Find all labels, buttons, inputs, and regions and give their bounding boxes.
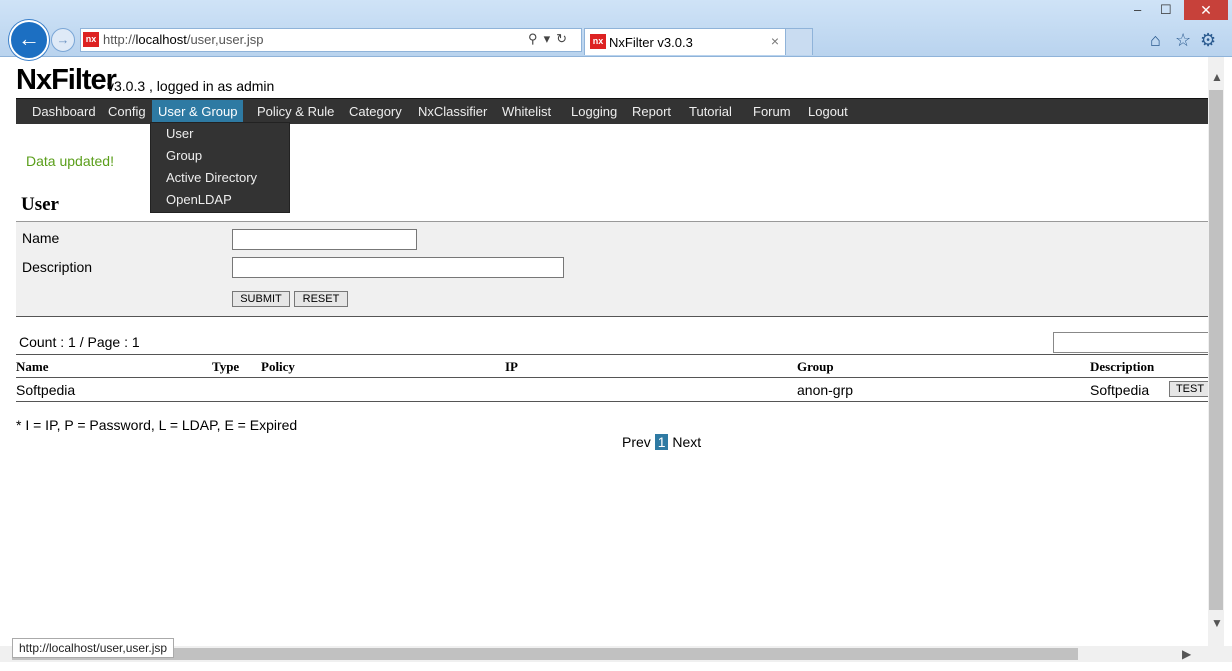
dropdown-item-openldap[interactable]: OpenLDAP xyxy=(166,192,232,207)
dropdown-item-group[interactable]: Group xyxy=(166,148,202,163)
menu-logging[interactable]: Logging xyxy=(571,104,617,119)
tab-nxfilter[interactable]: nx NxFilter v3.0.3 × xyxy=(584,28,786,55)
scroll-down-icon[interactable]: ▼ xyxy=(1211,616,1223,630)
test-button[interactable]: TEST xyxy=(1169,381,1211,397)
maximize-icon[interactable]: ☐ xyxy=(1160,2,1172,18)
name-input[interactable] xyxy=(232,229,417,250)
menu-user-group[interactable]: User & Group xyxy=(152,100,244,124)
pagination: Prev 1 Next xyxy=(622,434,701,450)
status-message: Data updated! xyxy=(26,153,114,169)
count-text: Count : 1 / Page : 1 xyxy=(19,334,140,350)
col-policy[interactable]: Policy xyxy=(261,359,295,375)
col-name[interactable]: Name xyxy=(16,359,49,375)
prev-link[interactable]: Prev xyxy=(622,434,651,450)
brand-logo: NxFilter xyxy=(16,64,117,96)
status-bar-url: http://localhost/user,user.jsp xyxy=(12,638,175,658)
name-label: Name xyxy=(22,230,60,246)
cell-description: Softpedia xyxy=(1090,382,1150,398)
table-header: Name Type Policy IP Group Description xyxy=(16,354,1208,378)
version-login-text: v3.0.3 , logged in as admin xyxy=(107,78,275,94)
user-form: Name Description SUBMIT RESET xyxy=(16,221,1208,317)
dropdown-icon[interactable]: ▾ xyxy=(544,31,557,46)
main-menu: Dashboard Config User & Group Policy & R… xyxy=(16,98,1208,124)
page-1-link[interactable]: 1 xyxy=(654,434,669,450)
menu-whitelist[interactable]: Whitelist xyxy=(502,104,551,119)
dropdown-item-user[interactable]: User xyxy=(166,126,193,141)
menu-forum[interactable]: Forum xyxy=(753,104,791,119)
menu-config[interactable]: Config xyxy=(108,104,146,119)
menu-policy-rule[interactable]: Policy & Rule xyxy=(257,104,334,119)
page-title: User xyxy=(21,194,59,215)
cell-name[interactable]: Softpedia xyxy=(16,382,75,398)
forward-button[interactable]: → xyxy=(51,28,75,52)
menu-report[interactable]: Report xyxy=(632,104,671,119)
cell-group: anon-grp xyxy=(797,382,854,398)
col-group[interactable]: Group xyxy=(797,359,834,375)
col-ip[interactable]: IP xyxy=(505,359,518,375)
url-text: http://localhost/user,user.jsp xyxy=(103,32,264,47)
table-row[interactable]: Softpedia anon-grp Softpedia TEST xyxy=(16,377,1211,402)
description-label: Description xyxy=(22,259,93,275)
menu-logout[interactable]: Logout xyxy=(808,104,848,119)
submit-button[interactable]: SUBMIT xyxy=(232,291,290,307)
new-tab-button[interactable] xyxy=(785,28,813,55)
favorites-star-icon[interactable]: ☆ xyxy=(1175,30,1191,51)
description-input[interactable] xyxy=(232,257,564,278)
user-group-dropdown: User Group Active Directory OpenLDAP xyxy=(150,122,290,213)
search-icon[interactable]: ⚲ xyxy=(528,31,544,46)
menu-nxclassifier[interactable]: NxClassifier xyxy=(418,104,487,119)
vertical-scroll-thumb[interactable] xyxy=(1209,90,1223,610)
tab-close-icon[interactable]: × xyxy=(771,33,779,49)
dropdown-item-active-directory[interactable]: Active Directory xyxy=(166,170,257,185)
next-link[interactable]: Next xyxy=(672,434,701,450)
search-input[interactable] xyxy=(1053,332,1215,353)
scroll-up-icon[interactable]: ▲ xyxy=(1211,70,1223,84)
menu-tutorial[interactable]: Tutorial xyxy=(689,104,732,119)
home-icon[interactable]: ⌂ xyxy=(1150,30,1161,51)
close-window-icon[interactable]: ✕ xyxy=(1184,0,1228,20)
refresh-icon[interactable]: ↻ xyxy=(556,31,573,46)
address-tools: ⚲▾↻ xyxy=(528,31,573,47)
tab-favicon-icon: nx xyxy=(590,34,606,49)
back-button[interactable]: ← xyxy=(9,20,49,60)
minimize-icon[interactable]: ‒ xyxy=(1134,2,1141,17)
site-favicon-icon: nx xyxy=(83,32,99,47)
col-description[interactable]: Description xyxy=(1090,359,1154,375)
scroll-right-icon[interactable]: ▶ xyxy=(1182,647,1191,661)
address-bar[interactable]: nx http://localhost/user,user.jsp ⚲▾↻ xyxy=(80,28,582,52)
reset-button[interactable]: RESET xyxy=(294,291,348,307)
col-type[interactable]: Type xyxy=(212,359,239,375)
type-legend: * I = IP, P = Password, L = LDAP, E = Ex… xyxy=(16,417,298,433)
menu-dashboard[interactable]: Dashboard xyxy=(32,104,96,119)
browser-chrome: ← → nx http://localhost/user,user.jsp ⚲▾… xyxy=(0,0,1232,60)
menu-category[interactable]: Category xyxy=(349,104,402,119)
tab-title: NxFilter v3.0.3 xyxy=(609,35,693,50)
settings-gear-icon[interactable]: ⚙ xyxy=(1200,30,1216,51)
